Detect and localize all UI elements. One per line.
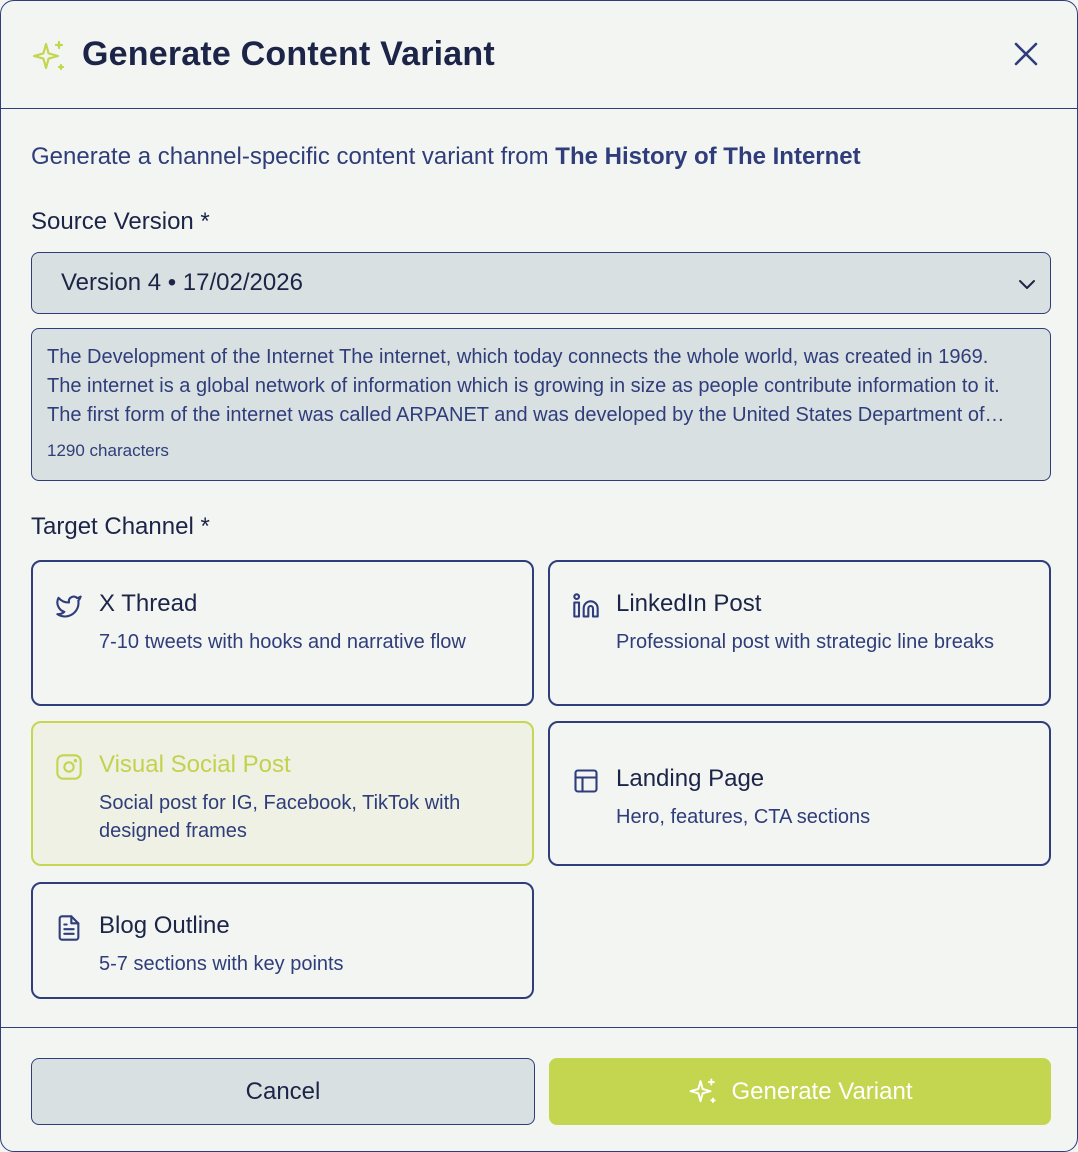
intro-text: Generate a channel-specific content vari…	[31, 143, 861, 171]
footer-divider	[1, 1027, 1077, 1028]
channel-title: Blog Outline	[99, 912, 230, 939]
source-preview: The Development of the Internet The inte…	[31, 328, 1051, 481]
channel-description: 5-7 sections with key points	[99, 953, 344, 975]
content-title: The History of The Internet	[555, 143, 861, 170]
instagram-icon	[55, 753, 83, 781]
source-version-value: Version 4 • 17/02/2026	[61, 269, 303, 296]
channel-description: Social post for IG, Facebook, TikTok wit…	[99, 792, 461, 842]
close-button[interactable]	[1007, 37, 1045, 75]
layout-icon	[572, 767, 600, 795]
character-count: 1290 characters	[47, 441, 169, 460]
channel-description: Hero, features, CTA sections	[616, 806, 871, 828]
channel-title: Visual Social Post	[99, 751, 291, 778]
channel-option-landing-page[interactable]: Landing Page Hero, features, CTA section…	[548, 721, 1051, 866]
channel-option-visual-social-post[interactable]: Visual Social Post Social post for IG, F…	[31, 721, 534, 866]
channel-title: X Thread	[99, 590, 198, 617]
channel-description: 7-10 tweets with hooks and narrative flo…	[99, 631, 466, 653]
channel-option-linkedin-post[interactable]: LinkedIn Post Professional post with str…	[548, 560, 1051, 706]
document-icon	[55, 914, 83, 942]
linkedin-icon	[572, 592, 600, 620]
source-preview-text: The Development of the Internet The inte…	[47, 346, 1000, 426]
channel-option-x-thread[interactable]: X Thread 7-10 tweets with hooks and narr…	[31, 560, 534, 706]
intro-prefix: Generate a channel-specific content vari…	[31, 143, 556, 170]
dialog-title: Generate Content Variant	[82, 35, 495, 73]
cancel-button[interactable]: Cancel	[31, 1058, 535, 1125]
channel-option-blog-outline[interactable]: Blog Outline 5-7 sections with key point…	[31, 882, 534, 999]
twitter-icon	[55, 592, 83, 620]
cancel-label: Cancel	[245, 1077, 321, 1105]
channel-title: LinkedIn Post	[616, 590, 762, 617]
close-icon	[1013, 41, 1039, 72]
generate-variant-label: Generate Variant	[731, 1077, 913, 1105]
generate-variant-dialog: Generate Content Variant Generate a chan…	[0, 0, 1078, 1152]
chevron-down-icon	[1016, 273, 1038, 295]
source-version-label: Source Version *	[31, 208, 210, 235]
dialog-header: Generate Content Variant	[1, 1, 1077, 109]
channel-description: Professional post with strategic line br…	[616, 631, 994, 653]
source-version-select[interactable]: Version 4 • 17/02/2026	[31, 252, 1051, 314]
sparkles-icon	[31, 39, 67, 75]
channel-title: Landing Page	[616, 765, 765, 792]
target-channel-label: Target Channel *	[31, 513, 210, 540]
sparkles-icon	[689, 1078, 716, 1103]
generate-variant-button[interactable]: Generate Variant	[549, 1058, 1051, 1125]
